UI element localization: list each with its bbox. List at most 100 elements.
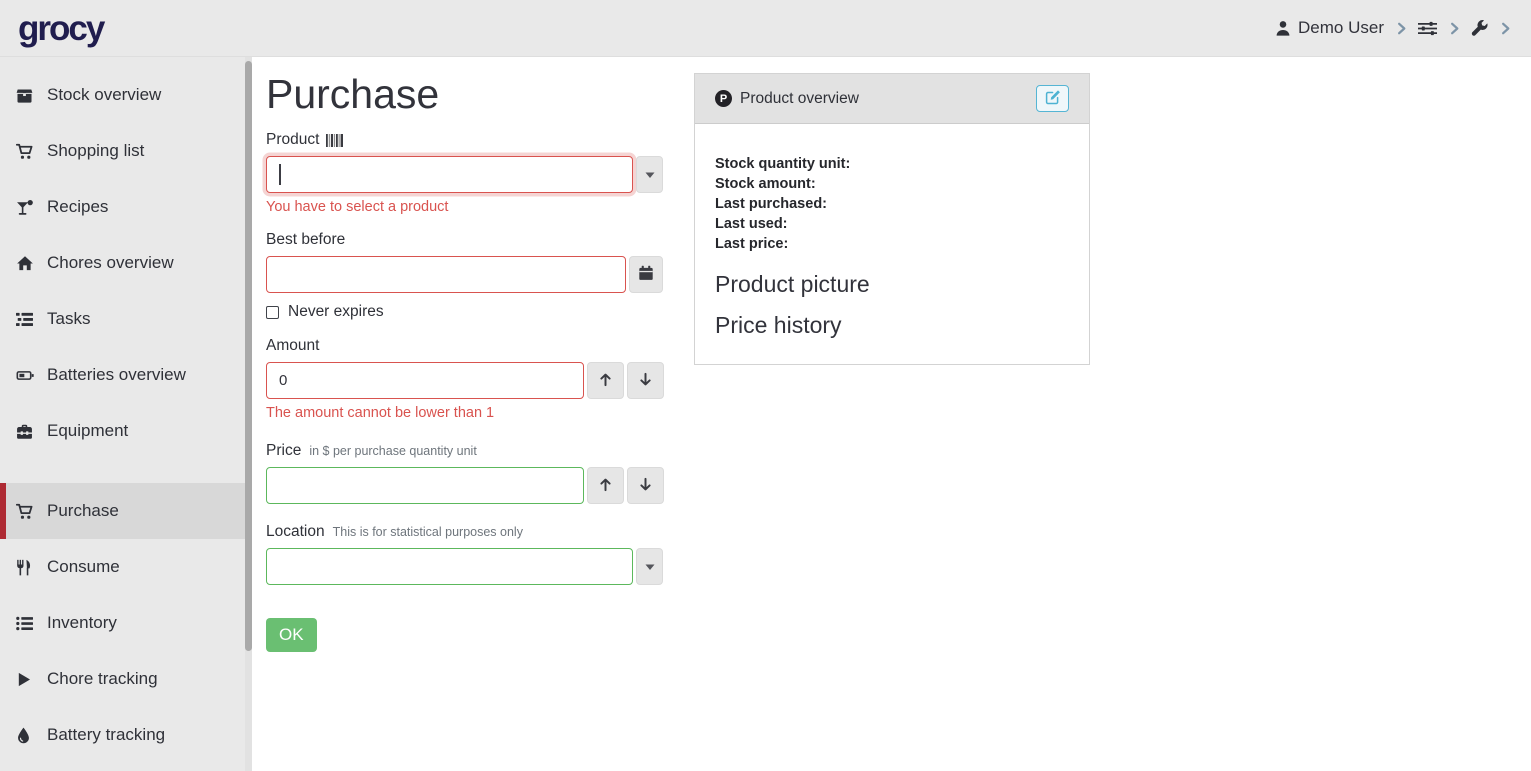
never-expires-label: Never expires	[288, 303, 384, 321]
sidebar-item-battery-tracking[interactable]: Battery tracking	[0, 707, 252, 763]
shopping-cart-icon	[16, 503, 40, 520]
last-used-label: Last used:	[715, 214, 1069, 234]
list-icon	[16, 615, 40, 632]
sidebar-item-label: Battery tracking	[47, 725, 165, 745]
calendar-icon	[638, 265, 654, 284]
sidebar-item-purchase[interactable]: Purchase	[0, 483, 252, 539]
navbar-right: Demo User	[1275, 18, 1513, 38]
sidebar-item-recipes[interactable]: Recipes	[0, 179, 252, 235]
play-icon	[16, 671, 40, 688]
top-navbar: grocy Demo User	[0, 0, 1531, 57]
user-icon	[1275, 20, 1291, 36]
barcode-icon[interactable]	[326, 134, 345, 147]
product-label: Product	[266, 131, 319, 149]
sidebar-item-equipment[interactable]: Equipment	[0, 403, 252, 459]
battery-icon	[16, 367, 40, 384]
best-before-input[interactable]	[266, 256, 626, 293]
sidebar-item-tasks[interactable]: Tasks	[0, 291, 252, 347]
sidebar-item-consume[interactable]: Consume	[0, 539, 252, 595]
sidebar-item-label: Inventory	[47, 613, 117, 633]
price-increment-button[interactable]	[587, 467, 624, 504]
wrench-icon	[1471, 20, 1488, 37]
sliders-icon	[1418, 20, 1437, 37]
sidebar-item-label: Stock overview	[47, 85, 161, 105]
arrow-up-icon	[598, 372, 613, 390]
sidebar-item-stock-overview[interactable]: Stock overview	[0, 67, 252, 123]
product-picture-heading: Product picture	[715, 271, 1069, 297]
location-dropdown-button[interactable]	[636, 548, 663, 585]
sidebar-item-chores-overview[interactable]: Chores overview	[0, 235, 252, 291]
admin-menu[interactable]	[1471, 20, 1488, 37]
product-overview-header: P Product overview	[695, 74, 1089, 124]
product-dropdown-button[interactable]	[636, 156, 663, 193]
edit-icon	[1045, 89, 1061, 108]
purchase-form: Purchase Product You have to select a pr…	[266, 71, 663, 652]
arrow-up-icon	[598, 477, 613, 495]
shopping-cart-icon	[16, 143, 40, 160]
main-content: Purchase Product You have to select a pr…	[252, 57, 1531, 771]
sidebar-item-label: Chores overview	[47, 253, 174, 273]
amount-label: Amount	[266, 337, 319, 355]
ok-button[interactable]: OK	[266, 618, 317, 652]
user-name: Demo User	[1298, 18, 1384, 38]
never-expires-checkbox[interactable]	[266, 306, 279, 319]
best-before-label: Best before	[266, 231, 345, 249]
price-input[interactable]	[266, 467, 584, 504]
edit-product-button[interactable]	[1036, 85, 1069, 112]
chevron-right-icon[interactable]	[1394, 21, 1409, 36]
price-label: Price	[266, 442, 301, 460]
product-overview-card: P Product overview Stock quantity unit: …	[694, 73, 1090, 365]
calendar-button[interactable]	[629, 256, 663, 293]
box-icon	[16, 87, 40, 104]
amount-increment-button[interactable]	[587, 362, 624, 399]
last-purchased-label: Last purchased:	[715, 194, 1069, 214]
droplet-icon	[16, 727, 40, 744]
sidebar-item-shopping-list[interactable]: Shopping list	[0, 123, 252, 179]
price-history-heading: Price history	[715, 312, 1069, 338]
toolbox-icon	[16, 423, 40, 440]
price-hint: in $ per purchase quantity unit	[309, 444, 476, 458]
amount-error: The amount cannot be lower than 1	[266, 405, 663, 421]
location-input[interactable]	[266, 548, 633, 585]
last-price-label: Last price:	[715, 234, 1069, 254]
amount-decrement-button[interactable]	[627, 362, 664, 399]
tasks-icon	[16, 311, 40, 328]
cocktail-icon	[16, 199, 40, 216]
caret-down-icon	[645, 167, 655, 182]
utensils-icon	[16, 559, 40, 576]
text-caret	[279, 164, 281, 185]
settings-menu[interactable]	[1418, 20, 1437, 37]
product-error: You have to select a product	[266, 199, 663, 215]
best-before-group: Best before Never expires	[266, 231, 663, 321]
chevron-right-icon[interactable]	[1498, 21, 1513, 36]
stock-amount-label: Stock amount:	[715, 174, 1069, 194]
sidebar-group-separator	[0, 459, 252, 483]
amount-group: Amount The amount cannot be lower than 1	[266, 337, 663, 421]
sidebar-item-label: Recipes	[47, 197, 108, 217]
sidebar: Stock overview Shopping list Recipes Cho…	[0, 57, 252, 771]
product-overview-body: Stock quantity unit: Stock amount: Last …	[695, 124, 1089, 364]
amount-input[interactable]	[266, 362, 584, 399]
price-decrement-button[interactable]	[627, 467, 664, 504]
grocy-logo[interactable]: grocy	[18, 11, 103, 46]
chevron-right-icon[interactable]	[1447, 21, 1462, 36]
sidebar-item-batteries-overview[interactable]: Batteries overview	[0, 347, 252, 403]
sidebar-item-label: Purchase	[47, 501, 119, 521]
product-circle-icon: P	[715, 90, 732, 107]
sidebar-item-label: Consume	[47, 557, 120, 577]
product-overview-title: Product overview	[740, 90, 859, 108]
sidebar-item-label: Shopping list	[47, 141, 144, 161]
user-menu[interactable]: Demo User	[1275, 18, 1384, 38]
location-group: Location This is for statistical purpose…	[266, 523, 663, 585]
sidebar-scrollbar-thumb[interactable]	[245, 61, 252, 651]
location-label: Location	[266, 523, 325, 541]
page-title: Purchase	[266, 71, 663, 118]
sidebar-item-inventory[interactable]: Inventory	[0, 595, 252, 651]
caret-down-icon	[645, 559, 655, 574]
never-expires-row[interactable]: Never expires	[266, 303, 663, 321]
sidebar-item-label: Batteries overview	[47, 365, 186, 385]
sidebar-item-chore-tracking[interactable]: Chore tracking	[0, 651, 252, 707]
product-input[interactable]	[266, 156, 633, 193]
arrow-down-icon	[638, 372, 653, 390]
sidebar-item-label: Tasks	[47, 309, 90, 329]
